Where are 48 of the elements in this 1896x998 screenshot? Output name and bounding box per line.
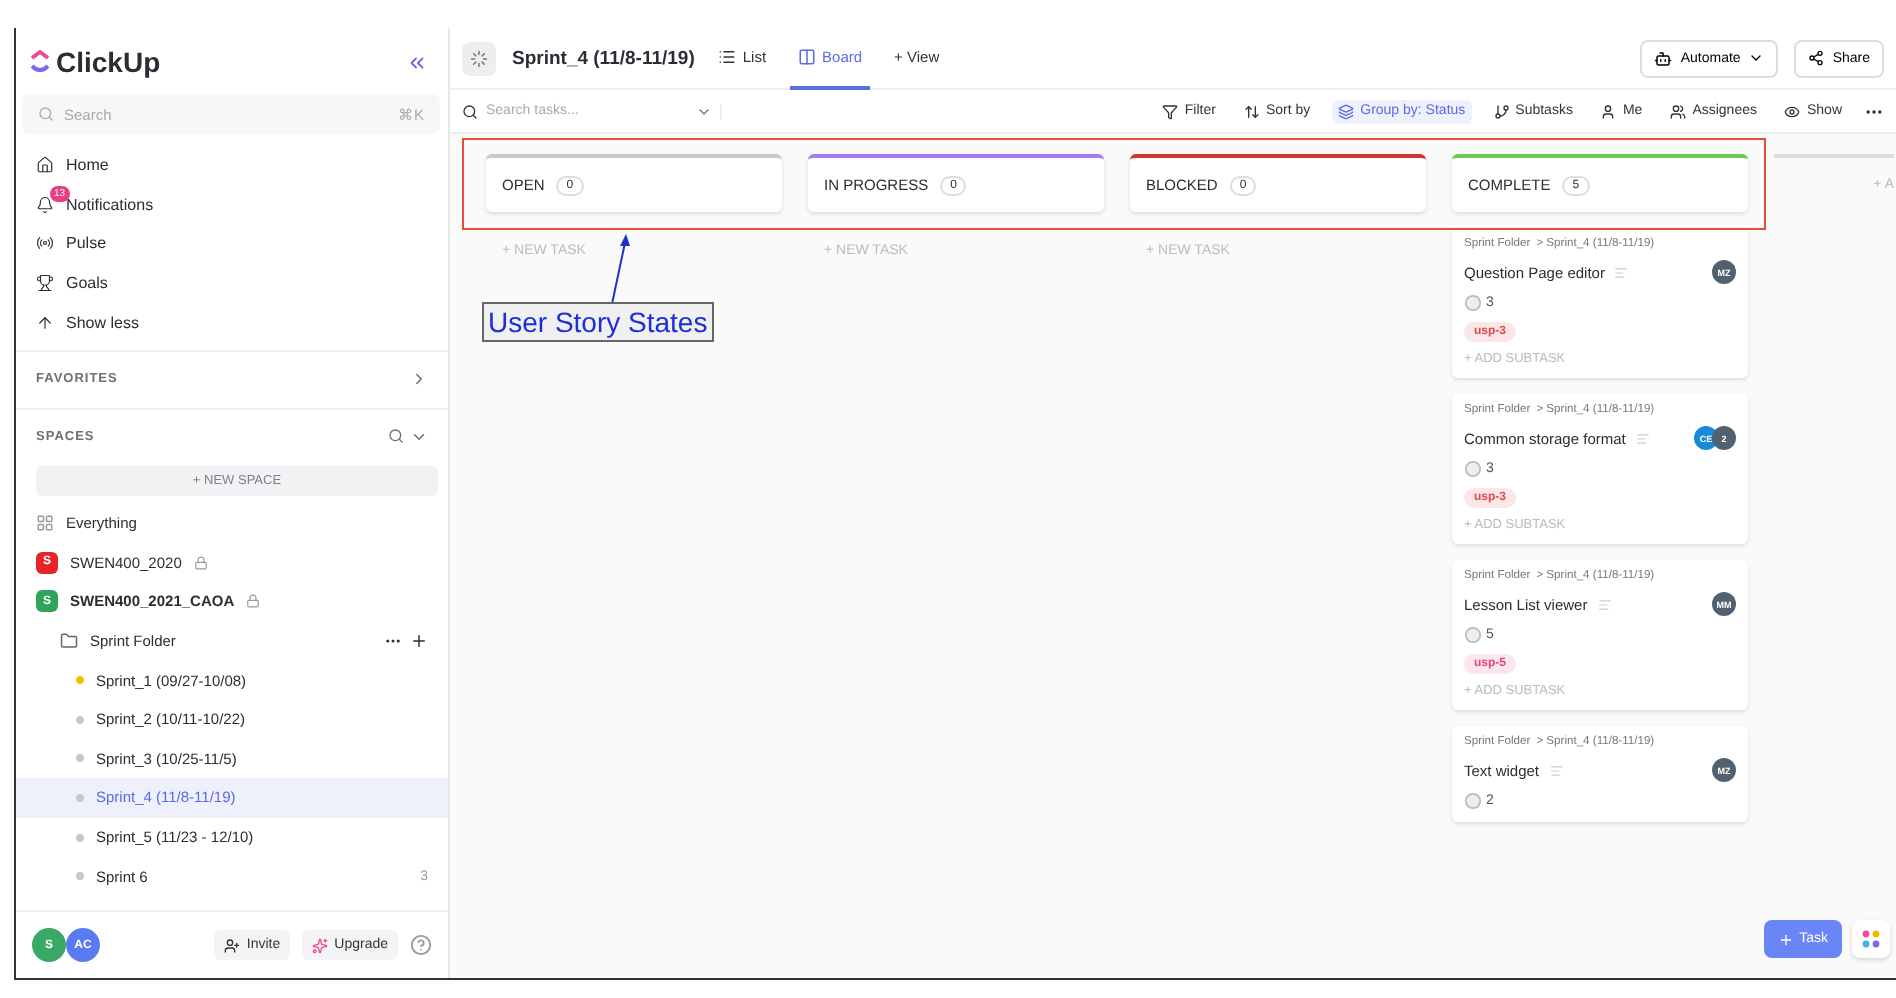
apps-icon[interactable] (1852, 920, 1890, 958)
description-icon (1597, 597, 1612, 611)
points-icon (1464, 792, 1482, 810)
home-icon (36, 156, 54, 175)
chevron-icon[interactable] (410, 370, 428, 389)
robot-icon (1654, 49, 1673, 67)
description-icon (1614, 265, 1629, 279)
bell-icon (36, 195, 54, 214)
trophy-icon (36, 274, 54, 293)
broadcast-icon (36, 234, 54, 253)
add-person-icon (224, 937, 241, 953)
points-icon (1464, 294, 1482, 312)
search-icon (38, 106, 54, 122)
people-icon (1670, 103, 1687, 119)
plus-icon (1777, 931, 1794, 947)
share-icon (1808, 50, 1825, 66)
plus-icon[interactable] (410, 632, 428, 651)
annotation-label: User Story States (482, 302, 714, 342)
list-icon (718, 47, 737, 65)
filter-icon (1162, 103, 1179, 119)
layers-icon (1338, 103, 1355, 119)
description-icon (1549, 763, 1564, 777)
eye-icon (1784, 103, 1801, 119)
person-icon (1600, 103, 1617, 119)
nav-item[interactable]: Pulse (16, 224, 448, 264)
search-icon (462, 103, 478, 119)
points-icon (1464, 460, 1482, 478)
logo-icon (30, 50, 50, 74)
leader-line (606, 232, 634, 304)
search-icon[interactable] (388, 428, 404, 445)
sort-icon (1243, 103, 1260, 119)
collapse-icon[interactable] (406, 51, 428, 73)
page-title: Sprint_4 (11/8-11/19) (512, 47, 695, 69)
folder-icon (60, 632, 78, 651)
nav-item[interactable]: Goals (16, 263, 448, 303)
nav-item[interactable]: Show less (16, 302, 448, 342)
caret-icon (1748, 50, 1765, 66)
points-icon (1464, 626, 1482, 644)
help-icon[interactable] (410, 934, 432, 956)
nav-item[interactable]: Home (16, 146, 448, 186)
grid-icon (36, 514, 54, 533)
subtasks-icon (1493, 103, 1510, 119)
list-status-icon (462, 41, 496, 75)
board-icon (798, 47, 817, 65)
arrow-up-icon (36, 313, 54, 332)
sparkle-icon (312, 937, 329, 953)
description-icon (1635, 431, 1650, 445)
brand-name: ClickUp (56, 46, 161, 78)
